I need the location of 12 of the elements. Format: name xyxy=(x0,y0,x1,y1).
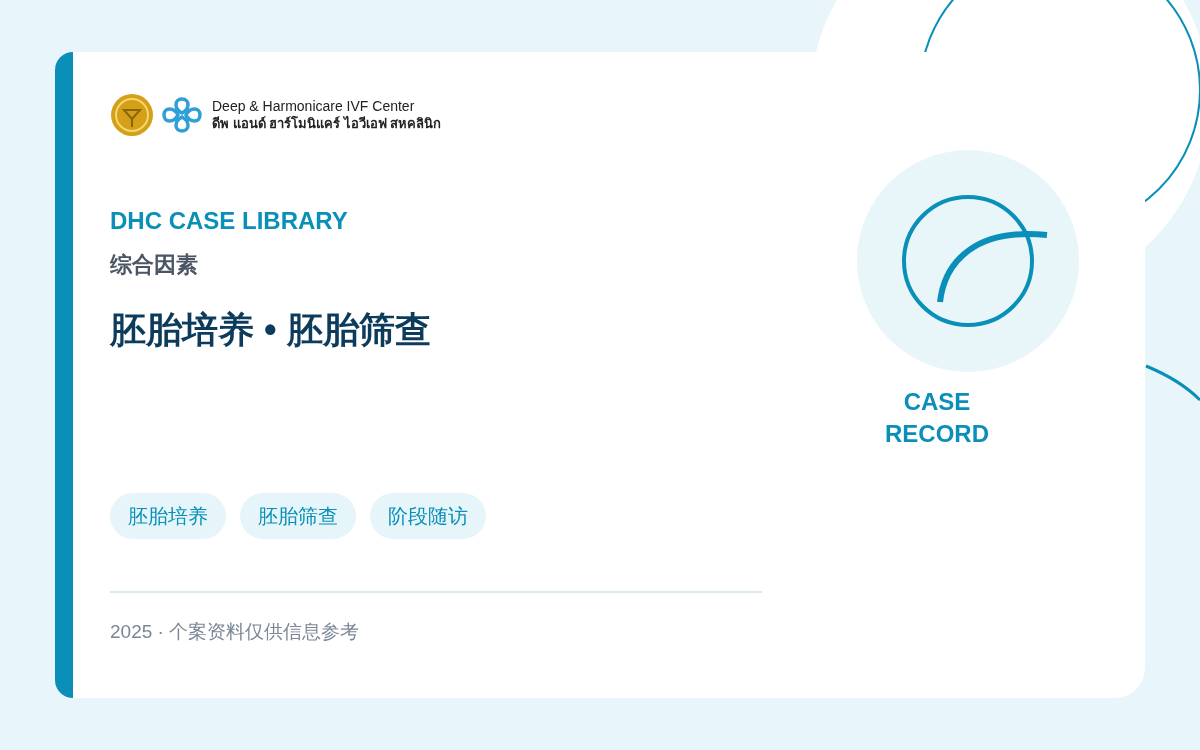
case-title: 胚胎培养 • 胚胎筛查 xyxy=(110,308,432,352)
tag: 胚胎筛查 xyxy=(240,493,356,539)
tag: 胚胎培养 xyxy=(110,493,226,539)
eyebrow-label: DHC CASE LIBRARY xyxy=(110,206,349,236)
category-label: 综合因素 xyxy=(110,251,199,279)
tag: 阶段随访 xyxy=(370,493,486,539)
logo-name-thai: ดีพ แอนด์ ฮาร์โมนิแคร์ ไอวีเอฟ สหคลินิก xyxy=(212,115,442,133)
logo-name: Deep & Harmonicare IVF Center xyxy=(212,97,416,115)
record-emblem-icon xyxy=(857,150,1079,372)
footer-note: 2025 · 个案资料仅供信息参考 xyxy=(110,620,361,644)
seal-icon xyxy=(110,93,154,137)
badge-label: CASE RECORD xyxy=(884,387,990,449)
